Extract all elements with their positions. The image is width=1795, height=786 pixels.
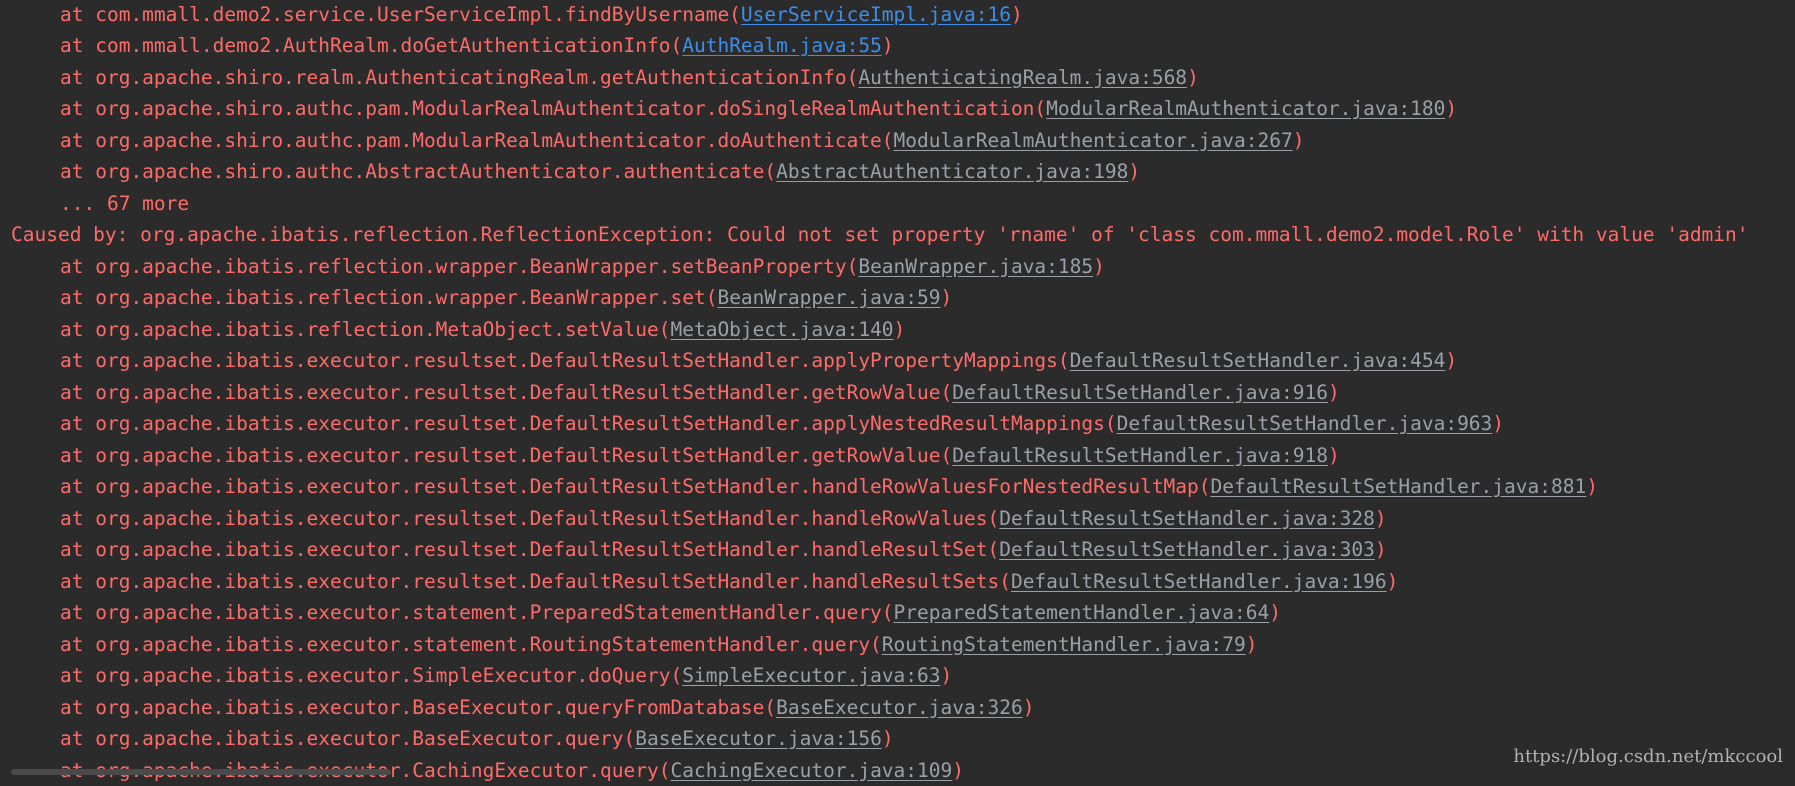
stack-frame-text: at org.apache.shiro.realm.Authenticating… <box>60 66 858 89</box>
closing-paren: ) <box>1387 570 1399 593</box>
source-file-link[interactable]: DefaultResultSetHandler.java:303 <box>999 538 1375 561</box>
stack-frame-line: at org.apache.ibatis.executor.BaseExecut… <box>60 723 894 755</box>
stack-frame-text: at org.apache.ibatis.executor.resultset.… <box>60 412 1117 435</box>
stack-frame-line: at org.apache.ibatis.executor.resultset.… <box>60 440 1340 472</box>
source-file-link[interactable]: DefaultResultSetHandler.java:963 <box>1117 412 1493 435</box>
source-file-link[interactable]: BeanWrapper.java:59 <box>717 286 940 309</box>
stack-frame-text: at org.apache.ibatis.executor.resultset.… <box>60 570 1011 593</box>
source-file-link[interactable]: DefaultResultSetHandler.java:916 <box>952 381 1328 404</box>
closing-paren: ) <box>1328 444 1340 467</box>
stack-frame-line: at com.mmall.demo2.service.UserServiceIm… <box>60 0 1023 30</box>
closing-paren: ) <box>1492 412 1504 435</box>
stack-frame-text: at org.apache.ibatis.executor.BaseExecut… <box>60 696 776 719</box>
source-file-link[interactable]: BaseExecutor.java:156 <box>635 727 882 750</box>
stack-frame-text: Caused by: org.apache.ibatis.reflection.… <box>11 223 1749 246</box>
source-file-link[interactable]: MetaObject.java:140 <box>670 318 893 341</box>
stack-frame-line: at org.apache.ibatis.executor.BaseExecut… <box>60 692 1034 724</box>
stack-frame-line: at org.apache.shiro.authc.pam.ModularRea… <box>60 125 1304 157</box>
watermark: https://blog.csdn.net/mkccool <box>1513 746 1783 767</box>
source-file-link[interactable]: DefaultResultSetHandler.java:454 <box>1070 349 1446 372</box>
stack-frame-line: at org.apache.ibatis.reflection.MetaObje… <box>60 314 905 346</box>
closing-paren: ) <box>1011 3 1023 26</box>
source-file-link[interactable]: BaseExecutor.java:326 <box>776 696 1023 719</box>
closing-paren: ) <box>894 318 906 341</box>
stack-frame-line: at com.mmall.demo2.AuthRealm.doGetAuthen… <box>60 30 894 62</box>
stack-frame-text: at org.apache.ibatis.executor.statement.… <box>60 601 894 624</box>
closing-paren: ) <box>1246 633 1258 656</box>
console-output: at com.mmall.demo2.service.UserServiceIm… <box>0 0 1795 775</box>
closing-paren: ) <box>1445 97 1457 120</box>
horizontal-scrollbar[interactable] <box>11 769 391 775</box>
stack-frame-line: at org.apache.ibatis.executor.resultset.… <box>60 534 1387 566</box>
closing-paren: ) <box>952 759 964 782</box>
closing-paren: ) <box>1328 381 1340 404</box>
source-file-link[interactable]: DefaultResultSetHandler.java:881 <box>1211 475 1587 498</box>
stack-frame-text: at org.apache.ibatis.executor.SimpleExec… <box>60 664 682 687</box>
stack-frame-text: at org.apache.shiro.authc.pam.ModularRea… <box>60 129 894 152</box>
source-file-link[interactable]: AbstractAuthenticator.java:198 <box>776 160 1128 183</box>
stack-frame-text: at org.apache.ibatis.reflection.wrapper.… <box>60 286 717 309</box>
source-file-link[interactable]: PreparedStatementHandler.java:64 <box>894 601 1270 624</box>
closing-paren: ) <box>1293 129 1305 152</box>
source-file-link[interactable]: CachingExecutor.java:109 <box>670 759 952 782</box>
stack-frame-line: at org.apache.ibatis.reflection.wrapper.… <box>60 282 952 314</box>
closing-paren: ) <box>1023 696 1035 719</box>
stack-frame-text: at com.mmall.demo2.AuthRealm.doGetAuthen… <box>60 34 682 57</box>
closing-paren: ) <box>1128 160 1140 183</box>
stack-frame-line: at org.apache.ibatis.executor.SimpleExec… <box>60 660 952 692</box>
stack-frame-line: at org.apache.ibatis.executor.resultset.… <box>60 471 1598 503</box>
closing-paren: ) <box>1187 66 1199 89</box>
closing-paren: ) <box>941 664 953 687</box>
stack-frame-line: at org.apache.ibatis.reflection.wrapper.… <box>60 251 1105 283</box>
stack-frame-line: at org.apache.ibatis.executor.resultset.… <box>60 345 1457 377</box>
source-file-link[interactable]: RoutingStatementHandler.java:79 <box>882 633 1246 656</box>
stack-frame-line: at org.apache.ibatis.executor.resultset.… <box>60 566 1398 598</box>
stack-frame-text: at org.apache.ibatis.executor.resultset.… <box>60 381 952 404</box>
source-file-link[interactable]: SimpleExecutor.java:63 <box>682 664 940 687</box>
source-file-link[interactable]: AuthRealm.java:55 <box>682 34 882 57</box>
stack-frame-line: at org.apache.ibatis.executor.resultset.… <box>60 503 1387 535</box>
stack-frame-text: at org.apache.ibatis.executor.resultset.… <box>60 475 1211 498</box>
stack-frame-text: at org.apache.ibatis.executor.resultset.… <box>60 538 999 561</box>
stack-frame-line: at org.apache.ibatis.executor.statement.… <box>60 597 1281 629</box>
more-frames-line: ... 67 more <box>60 188 189 220</box>
source-file-link[interactable]: ModularRealmAuthenticator.java:267 <box>894 129 1293 152</box>
stack-frame-text: at org.apache.ibatis.reflection.MetaObje… <box>60 318 670 341</box>
closing-paren: ) <box>1093 255 1105 278</box>
source-file-link[interactable]: ModularRealmAuthenticator.java:180 <box>1046 97 1445 120</box>
source-file-link[interactable]: DefaultResultSetHandler.java:328 <box>999 507 1375 530</box>
stack-frame-text: ... 67 more <box>60 192 189 215</box>
closing-paren: ) <box>1375 538 1387 561</box>
stack-frame-text: at com.mmall.demo2.service.UserServiceIm… <box>60 3 741 26</box>
stack-frame-line: at org.apache.shiro.authc.AbstractAuthen… <box>60 156 1140 188</box>
stack-frame-text: at org.apache.ibatis.executor.resultset.… <box>60 444 952 467</box>
source-file-link[interactable]: UserServiceImpl.java:16 <box>741 3 1011 26</box>
stack-frame-line: at org.apache.shiro.authc.pam.ModularRea… <box>60 93 1457 125</box>
source-file-link[interactable]: AuthenticatingRealm.java:568 <box>858 66 1187 89</box>
stack-frame-text: at org.apache.ibatis.executor.statement.… <box>60 633 882 656</box>
stack-frame-line: at org.apache.ibatis.executor.resultset.… <box>60 377 1340 409</box>
stack-frame-line: at org.apache.ibatis.executor.resultset.… <box>60 408 1504 440</box>
stack-frame-line: at org.apache.shiro.realm.Authenticating… <box>60 62 1199 94</box>
stack-frame-text: at org.apache.ibatis.reflection.wrapper.… <box>60 255 858 278</box>
closing-paren: ) <box>1269 601 1281 624</box>
closing-paren: ) <box>882 727 894 750</box>
source-file-link[interactable]: BeanWrapper.java:185 <box>858 255 1093 278</box>
closing-paren: ) <box>1445 349 1457 372</box>
closing-paren: ) <box>1586 475 1598 498</box>
source-file-link[interactable]: DefaultResultSetHandler.java:196 <box>1011 570 1387 593</box>
stack-frame-text: at org.apache.ibatis.executor.resultset.… <box>60 349 1070 372</box>
stack-frame-text: at org.apache.shiro.authc.AbstractAuthen… <box>60 160 776 183</box>
stack-frame-text: at org.apache.ibatis.executor.BaseExecut… <box>60 727 635 750</box>
caused-by-line: Caused by: org.apache.ibatis.reflection.… <box>11 219 1749 251</box>
closing-paren: ) <box>882 34 894 57</box>
stack-frame-line: at org.apache.ibatis.executor.statement.… <box>60 629 1258 661</box>
stack-frame-text: at org.apache.shiro.authc.pam.ModularRea… <box>60 97 1046 120</box>
stack-frame-text: at org.apache.ibatis.executor.resultset.… <box>60 507 999 530</box>
closing-paren: ) <box>941 286 953 309</box>
closing-paren: ) <box>1375 507 1387 530</box>
source-file-link[interactable]: DefaultResultSetHandler.java:918 <box>952 444 1328 467</box>
